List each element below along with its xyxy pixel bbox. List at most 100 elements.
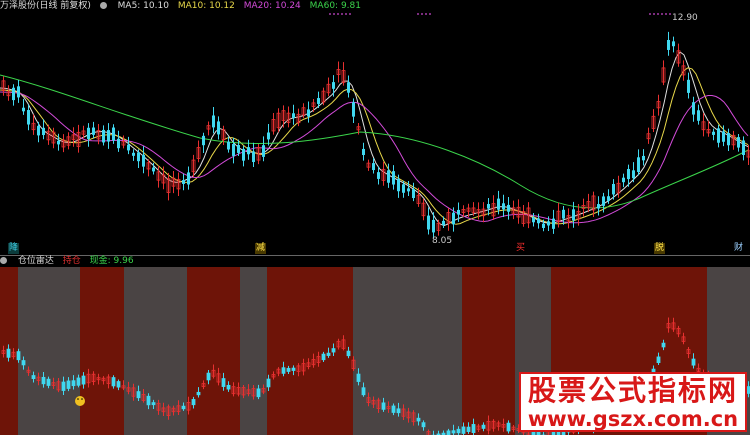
watermark-url: www.gszx.com.cn [527, 407, 739, 431]
sub-candle-body [416, 417, 421, 422]
candle-body [672, 41, 675, 47]
candle-body [722, 131, 725, 142]
candle-body [92, 127, 95, 135]
main-candlestick-chart[interactable] [0, 0, 750, 255]
candle-body [127, 144, 130, 151]
candle-body [217, 121, 220, 135]
candle-body [107, 130, 110, 142]
candle-body [307, 109, 310, 117]
sub-candle-body [46, 378, 51, 386]
candle-body [622, 177, 625, 183]
smiley-eye [81, 398, 83, 400]
candle-body [737, 137, 740, 148]
sub-candle-body [506, 422, 511, 432]
candle-body [407, 188, 410, 192]
candle-body [152, 167, 155, 172]
ma20-line [0, 91, 749, 224]
sub-candle-body [16, 351, 21, 361]
candle-body [597, 204, 600, 209]
sub-candle-body [356, 373, 361, 382]
cash-value: 现金: 9.96 [89, 256, 134, 266]
sub-candle-body [691, 358, 696, 366]
chart-header: 万泽股份(日线 前复权) MA5: 10.10 MA10: 10.12 MA20… [0, 0, 750, 12]
sub-candle-body [66, 380, 71, 389]
candle-body [687, 79, 690, 93]
signal-marker-5: 财 [734, 243, 744, 253]
hold-band [80, 267, 124, 435]
ma60-value: MA60: 9.81 [309, 1, 361, 11]
low-price-label: 8.05 [432, 236, 453, 246]
sub-candle-body [456, 428, 461, 434]
signal-dot [665, 13, 667, 15]
sub-candle-body [146, 395, 151, 406]
sub-candle-body [71, 380, 76, 387]
sub-candle-body [446, 430, 451, 435]
candle-body [442, 220, 445, 225]
indicator-dot-icon[interactable] [99, 2, 107, 9]
candle-body [607, 196, 610, 201]
candle-body [387, 170, 390, 183]
candle-body [507, 204, 510, 212]
candle-body [572, 209, 575, 221]
sub-candle-body [281, 367, 286, 374]
candle-body [372, 163, 375, 171]
sub-candle-body [421, 422, 426, 428]
candle-body [352, 102, 355, 117]
signal-dot [341, 13, 343, 15]
sub-candle-body [656, 356, 661, 364]
sub-candle-body [136, 391, 141, 399]
candle-body [427, 215, 430, 230]
sub-candle-body [391, 405, 396, 413]
candle-body [12, 87, 15, 101]
candle-body [232, 144, 235, 156]
candle-body [552, 218, 555, 229]
sub-indicator-name[interactable]: 仓位雷达 [18, 256, 54, 267]
candle-body [402, 184, 405, 193]
sub-candle-body [266, 378, 271, 388]
candle-body [452, 212, 455, 225]
hold-band [462, 267, 515, 435]
sub-candle-body [76, 377, 81, 386]
signal-dot [337, 13, 339, 15]
sub-candle-body [181, 405, 186, 410]
sub-candle-body [21, 360, 26, 366]
sub-candle-body [661, 342, 666, 348]
candle-body [537, 218, 540, 224]
ma10-value: MA10: 10.12 [177, 1, 235, 11]
signal-dot [653, 13, 655, 15]
sub-candle-body [191, 399, 196, 406]
sub-candle-body [226, 384, 231, 390]
candle-body [562, 209, 565, 219]
candle-body [637, 157, 640, 172]
sub-panel-header: 仓位雷达 持仓 现金: 9.96 [0, 256, 750, 267]
candle-body [392, 171, 395, 185]
signal-dot [417, 13, 419, 15]
stock-title[interactable]: 万泽股份(日线 前复权) [0, 0, 91, 12]
hold-label: 持仓 [62, 256, 81, 266]
signal-dot [345, 13, 347, 15]
hold-band [267, 267, 353, 435]
cash-band [124, 267, 187, 435]
sub-candle-body [256, 388, 261, 398]
candle-body [667, 39, 670, 50]
candle-body [457, 209, 460, 215]
sub-candle-body [196, 391, 201, 396]
signal-marker-2: 减 [255, 243, 267, 254]
candle-body [727, 133, 730, 146]
candle-body [547, 221, 550, 226]
sub-candle-body [471, 424, 476, 434]
signal-marker-3: 买 [516, 243, 526, 253]
candle-body [262, 145, 265, 157]
candle-body [22, 107, 25, 112]
signal-dot [421, 13, 423, 15]
candle-body [487, 203, 490, 209]
sub-candle-body [221, 378, 226, 387]
candle-body [102, 129, 105, 143]
candle-body [532, 217, 535, 223]
sub-indicator-dot-icon[interactable] [0, 257, 7, 264]
candle-body [542, 223, 545, 228]
sub-candle-body [346, 350, 351, 357]
sub-candle-body [81, 375, 86, 385]
candle-body [27, 110, 30, 125]
sub-candle-body [111, 377, 116, 387]
